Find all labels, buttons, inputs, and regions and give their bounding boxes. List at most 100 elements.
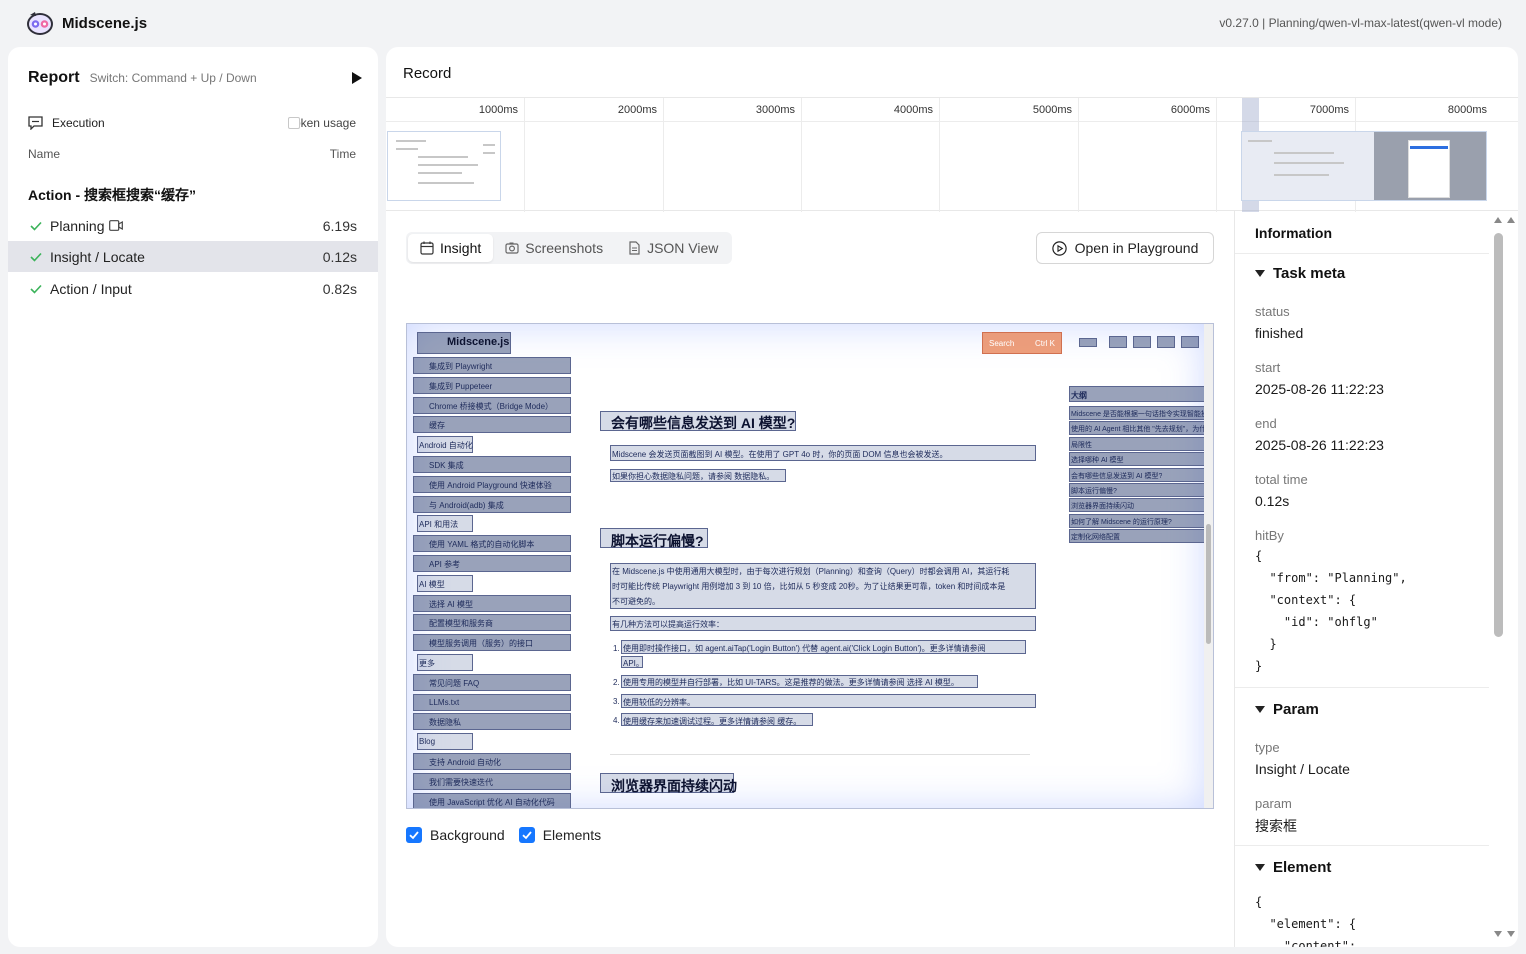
screenshot-sidebar-item: 使用 Android Playground 快速体验 — [429, 480, 552, 490]
screenshot-outline-item: 会有哪些信息发送到 AI 模型? — [1071, 472, 1163, 480]
list-bullet-1: 1. — [613, 644, 620, 653]
screenshot-sidebar-item: AI 模型 — [419, 579, 445, 589]
timeline-tick-label: 3000ms — [755, 104, 795, 116]
screenshot-list-3: 使用较低的分辨率。 — [623, 698, 695, 707]
end-value: 2025-08-26 11:22:23 — [1255, 437, 1384, 453]
elements-checkbox[interactable] — [518, 827, 535, 843]
play-circle-icon — [1051, 240, 1067, 256]
timeline-segment: 5000ms — [940, 98, 1079, 212]
scroll-up-icon[interactable] — [1507, 217, 1515, 223]
insight-screenshot[interactable]: Midscene.js Search Ctrl K 集成到 Playwright… — [406, 323, 1214, 809]
type-value: Insight / Locate — [1255, 761, 1350, 777]
scroll-down-icon[interactable] — [1494, 931, 1502, 937]
param-title: Param — [1273, 701, 1319, 718]
screenshot-outline-item: 选择哪种 AI 模型 — [1071, 457, 1124, 465]
information-scrollbar[interactable] — [1489, 211, 1518, 947]
tab-label: JSON View — [647, 240, 719, 256]
element-section[interactable]: Element — [1255, 859, 1331, 876]
execution-label: Execution — [52, 116, 105, 130]
screenshot-sidebar-item: Android 自动化 — [419, 441, 473, 451]
timeline-tick-label: 8000ms — [1447, 104, 1487, 116]
element-box[interactable] — [1133, 336, 1151, 348]
open-in-playground-button[interactable]: Open in Playground — [1036, 232, 1214, 264]
param-section[interactable]: Param — [1255, 701, 1319, 718]
top-bar: Midscene.js v0.27.0 | Planning/qwen-vl-m… — [0, 0, 1526, 46]
divider — [1235, 687, 1489, 688]
elements-toggle[interactable]: Elements — [518, 827, 601, 843]
screenshot-sidebar-item: 配置模型和服务商 — [429, 619, 493, 629]
task-row-insight-locate[interactable]: Insight / Locate 0.12s — [8, 241, 378, 272]
background-toggle[interactable]: Background — [406, 827, 505, 843]
background-checkbox[interactable] — [406, 827, 422, 843]
screenshot-sidebar-item: 缓存 — [429, 421, 445, 431]
report-panel: Report Switch: Command + Up / Down Execu… — [8, 47, 378, 947]
timeline-thumbnail[interactable] — [387, 131, 501, 201]
open-in-playground-label: Open in Playground — [1074, 240, 1199, 256]
screenshot-scrollbar[interactable] — [1204, 324, 1213, 808]
timeline-segment: 4000ms — [802, 98, 940, 212]
tab-screenshots[interactable]: Screenshots — [493, 234, 615, 262]
timeline-thumbnail[interactable] — [1241, 131, 1487, 201]
screenshot-sidebar-item: 使用 YAML 格式的自动化脚本 — [429, 540, 535, 550]
list-bullet-3: 3. — [613, 697, 620, 706]
scroll-up-icon[interactable] — [1494, 217, 1502, 223]
tab-insight[interactable]: Insight — [408, 234, 494, 262]
version-info: v0.27.0 | Planning/qwen-vl-max-latest(qw… — [1219, 16, 1502, 30]
param-value: 搜索框 — [1255, 818, 1297, 834]
screenshot-list-4: 使用缓存来加速调试过程。更多详情请参阅 缓存。 — [623, 717, 802, 726]
timeline-tick-label: 5000ms — [1032, 104, 1072, 116]
tab-json-view[interactable]: JSON View — [615, 234, 730, 262]
scroll-down-icon[interactable] — [1507, 931, 1515, 937]
calendar-icon — [420, 241, 434, 255]
main-panel: Record 1000ms 2000ms 3000ms 4000ms 5000m… — [386, 47, 1518, 947]
end-key: end — [1255, 416, 1277, 431]
screenshot-divider — [610, 754, 1030, 755]
screenshot-outline-item: 脚本运行偏慢? — [1071, 488, 1117, 495]
timeline-tick-label: 6000ms — [1170, 104, 1210, 116]
play-icon[interactable] — [352, 72, 362, 84]
element-box[interactable] — [1069, 386, 1213, 402]
app-name: Midscene.js — [62, 14, 148, 32]
timeline-tick-label: 7000ms — [1309, 104, 1349, 116]
element-title: Element — [1273, 859, 1332, 876]
token-usage-toggle[interactable]: Token usage — [287, 116, 356, 130]
task-row-action-input[interactable]: Action / Input 0.82s — [8, 273, 378, 304]
video-icon — [108, 220, 123, 231]
screenshot-sidebar-item: SDK 集成 — [429, 461, 464, 470]
screenshot-heading-1: 会有哪些信息发送到 AI 模型? — [611, 415, 796, 431]
insight-tabs: Insight Screenshots JSON View — [406, 232, 733, 264]
screenshot-outline-item: 使用的 AI Agent 相比其他 "先去规划"，为什么 Midscene 还是… — [1071, 426, 1211, 434]
screenshot-sidebar-item: LLMs.txt — [429, 697, 460, 707]
token-usage-checkbox[interactable] — [287, 117, 300, 129]
task-meta-section[interactable]: Task meta — [1255, 265, 1345, 282]
element-box[interactable] — [1157, 336, 1175, 348]
scroll-thumb[interactable] — [1494, 233, 1503, 637]
list-bullet-2: 2. — [613, 678, 620, 687]
screenshot-search-shortcut: Ctrl K — [1035, 339, 1055, 348]
task-name: Insight / Locate — [50, 248, 145, 265]
task-time: 0.12s — [322, 248, 357, 265]
brand[interactable]: Midscene.js — [26, 10, 147, 36]
check-icon — [30, 252, 42, 262]
element-box[interactable] — [1079, 338, 1097, 347]
total-time-key: total time — [1255, 472, 1308, 487]
element-box[interactable] — [1181, 336, 1199, 348]
timeline-tick-label: 1000ms — [478, 104, 518, 116]
record-timeline[interactable]: 1000ms 2000ms 3000ms 4000ms 5000ms 6000m… — [386, 97, 1518, 212]
report-shortcut-hint: Switch: Command + Up / Down — [89, 71, 257, 85]
element-box[interactable] — [1109, 336, 1127, 348]
screenshot-outline-item: 如何了解 Midscene 的运行原理? — [1071, 518, 1172, 526]
screenshot-sidebar-item: API 参考 — [429, 560, 461, 569]
task-row-planning[interactable]: Planning 6.19s — [8, 210, 378, 241]
action-group-title: Action - 搜索框搜索“缓存” — [28, 187, 196, 203]
task-name: Planning — [50, 217, 105, 234]
report-header: Report Switch: Command + Up / Down — [28, 69, 362, 87]
screenshot-sidebar-item: 与 Android(adb) 集成 — [429, 500, 504, 510]
background-label: Background — [430, 827, 505, 843]
screenshot-outline-item: 定制化网络配置 — [1071, 534, 1120, 542]
task-meta-title: Task meta — [1273, 265, 1346, 282]
column-time: Time — [329, 147, 356, 161]
task-name: Action / Input — [50, 280, 132, 297]
screenshot-sidebar-item: API 和用法 — [419, 520, 459, 530]
check-icon — [30, 221, 42, 231]
